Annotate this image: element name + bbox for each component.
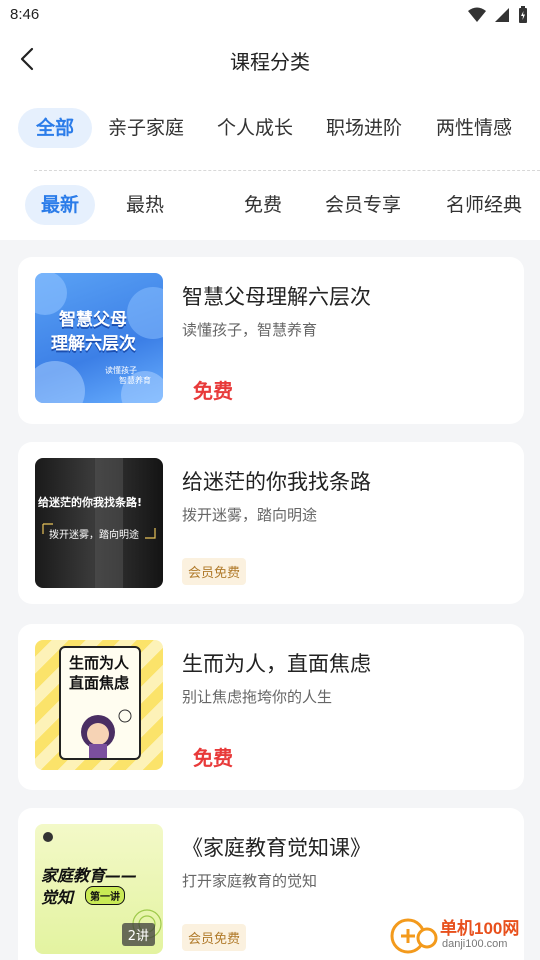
battery-icon	[519, 6, 527, 23]
category-tabs: 全部 亲子家庭 个人成长 职场进阶 两性情感	[0, 108, 540, 150]
thumb-lesson-tag: 第一讲	[85, 886, 125, 905]
thumb-title-line2: 理解六层次	[51, 334, 136, 354]
thumb-title-line1: 家庭教育——	[41, 866, 138, 885]
course-card[interactable]: 智慧父母 理解六层次 读懂孩子 智慧养育 智慧父母理解六层次 读懂孩子，智慧养育…	[18, 257, 524, 424]
course-subtitle: 读懂孩子，智慧养育	[182, 321, 318, 339]
filter-newest[interactable]: 最新	[25, 185, 96, 225]
filter-tabs: 最新 最热 免费 会员专享 名师经典	[0, 185, 540, 227]
site-watermark: 单机100网 danji100.com	[382, 908, 540, 960]
signal-icon	[495, 8, 509, 22]
lesson-count-badge: 2讲	[121, 923, 155, 946]
course-card[interactable]: 给迷茫的你我找条路! 拨开迷雾，踏向明途 给迷茫的你我找条路 拨开迷雾，踏向明途…	[18, 442, 524, 604]
course-card[interactable]: 生而为人 直面焦虑 生而为人，直面焦虑 别让焦虑拖垮你的人生 免费	[18, 624, 524, 790]
price-tag: 免费	[193, 379, 233, 403]
page-title: 课程分类	[230, 50, 310, 74]
course-title: 生而为人，直面焦虑	[182, 652, 371, 676]
filter-free[interactable]: 免费	[244, 185, 282, 225]
course-title: 智慧父母理解六层次	[182, 285, 371, 309]
thumb-title-line1: 给迷茫的你我找条路!	[38, 496, 143, 509]
tab-parent-family[interactable]: 亲子家庭	[108, 108, 184, 148]
course-subtitle: 打开家庭教育的觉知	[182, 872, 318, 890]
thumb-title-line1: 生而为人	[69, 654, 130, 672]
nav-bar: 课程分类	[0, 36, 540, 84]
vip-badge: 会员免费	[182, 558, 247, 585]
course-title: 《家庭教育觉知课》	[182, 836, 371, 860]
vip-badge: 会员免费	[182, 924, 247, 951]
course-subtitle: 别让焦虑拖垮你的人生	[182, 688, 333, 706]
thumb-title-line2: 拨开迷雾，踏向明途	[49, 530, 139, 541]
course-thumbnail: 家庭教育—— 觉知 第一讲 2讲	[35, 824, 163, 954]
course-subtitle: 拨开迷雾，踏向明途	[182, 506, 318, 524]
status-time: 8:46	[10, 6, 40, 23]
thumb-small-line2: 智慧养育	[119, 376, 151, 385]
danji-logo-icon	[390, 918, 438, 954]
watermark-url: danji100.com	[442, 938, 508, 950]
thumb-title-line2: 觉知	[41, 888, 74, 907]
system-icons	[468, 6, 528, 24]
frame-decoration	[42, 458, 156, 588]
tab-relationship[interactable]: 两性情感	[436, 108, 512, 148]
thumb-title-line2: 直面焦虑	[69, 674, 130, 692]
tab-career[interactable]: 职场进阶	[326, 108, 402, 148]
tab-all[interactable]: 全部	[18, 108, 93, 148]
top-panel: 8:46 课程分类 全部 亲子家庭 个人成长 职场进阶 两性情感 最新 最热 免…	[0, 0, 540, 240]
thumb-title-line1: 智慧父母	[59, 310, 127, 330]
tabs-divider	[34, 170, 540, 171]
filter-hottest[interactable]: 最热	[126, 185, 164, 225]
wifi-icon	[468, 7, 486, 22]
course-thumbnail: 智慧父母 理解六层次 读懂孩子 智慧养育	[35, 273, 163, 403]
tab-personal-growth[interactable]: 个人成长	[217, 108, 293, 148]
course-thumbnail: 生而为人 直面焦虑	[35, 640, 163, 770]
course-title: 给迷茫的你我找条路	[182, 470, 371, 494]
price-tag: 免费	[193, 746, 233, 770]
status-bar: 8:46	[0, 0, 540, 32]
watermark-name: 单机100网	[440, 919, 520, 938]
filter-famous-teacher[interactable]: 名师经典	[446, 185, 522, 225]
course-thumbnail: 给迷茫的你我找条路! 拨开迷雾，踏向明途	[35, 458, 163, 588]
filter-vip[interactable]: 会员专享	[325, 185, 401, 225]
